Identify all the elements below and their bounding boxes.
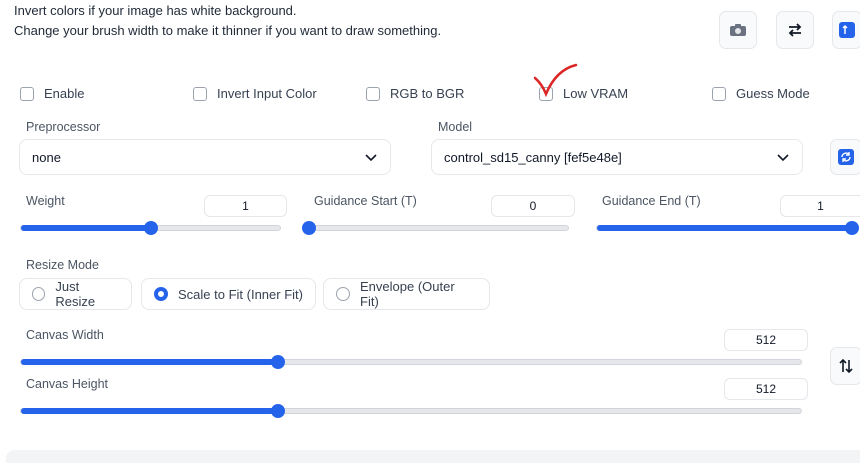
radio-label: Scale to Fit (Inner Fit) (178, 286, 303, 302)
swap-icon (788, 23, 802, 37)
preprocessor-label: Preprocessor (26, 120, 101, 134)
radio-dot[interactable] (154, 287, 168, 301)
radio-label: Envelope (Outer Fit) (360, 279, 455, 309)
canvas-height-input[interactable]: 512 (724, 378, 808, 400)
canvas-height-slider-thumb[interactable] (271, 404, 286, 418)
camera-button[interactable] (719, 11, 757, 49)
radio-dot[interactable] (336, 287, 350, 301)
preprocessor-value: none (32, 149, 61, 165)
guidance-start-slider-thumb[interactable] (302, 221, 316, 235)
refresh-icon (838, 149, 854, 165)
radio-envelope[interactable]: Envelope (Outer Fit) (323, 278, 490, 310)
checkbox-box[interactable] (366, 86, 380, 101)
invert-input-color-checkbox[interactable]: Invert Input Color (193, 86, 317, 101)
preprocessor-select[interactable]: none (19, 139, 391, 175)
canvas-width-slider-fill (21, 359, 279, 365)
radio-dot[interactable] (32, 287, 46, 301)
weight-slider-fill (21, 225, 151, 231)
swap-vertical-icon (839, 358, 853, 374)
checkbox-box[interactable] (193, 86, 207, 101)
canvas-width-label: Canvas Width (26, 328, 104, 342)
canvas-height-slider-fill (21, 408, 279, 414)
rgb-to-bgr-label: RGB to BGR (390, 86, 465, 101)
checkbox-box[interactable] (712, 86, 726, 101)
weight-slider[interactable] (20, 221, 281, 235)
weight-slider-thumb[interactable] (143, 221, 158, 235)
radio-scale-to-fit[interactable]: Scale to Fit (Inner Fit) (141, 278, 316, 310)
chevron-down-icon (365, 154, 377, 162)
guidance-end-label: Guidance End (T) (602, 194, 701, 208)
invert-input-color-label: Invert Input Color (217, 86, 317, 101)
model-select[interactable]: control_sd15_canny [fef5e48e] (431, 139, 803, 175)
bottom-panel (6, 450, 860, 463)
canvas-height-slider[interactable] (20, 404, 802, 418)
chevron-down-icon (777, 154, 789, 162)
enable-checkbox[interactable]: Enable (20, 86, 84, 101)
note-brush-width: Change your brush width to make it thinn… (14, 23, 442, 38)
guidance-start-label: Guidance Start (T) (314, 194, 417, 208)
guidance-end-input[interactable]: 1 (780, 195, 860, 217)
weight-label: Weight (26, 194, 65, 208)
weight-input[interactable]: 1 (204, 195, 287, 217)
guess-mode-checkbox[interactable]: Guess Mode (712, 86, 810, 101)
send-button[interactable] (832, 11, 860, 49)
send-icon (839, 22, 855, 38)
radio-just-resize[interactable]: Just Resize (19, 278, 132, 310)
guidance-start-slider[interactable] (302, 221, 569, 235)
canvas-height-label: Canvas Height (26, 377, 108, 391)
swap-dimensions-button[interactable] (830, 347, 860, 385)
guidance-start-input[interactable]: 0 (491, 195, 575, 217)
checkbox-box[interactable] (20, 86, 34, 101)
canvas-width-input[interactable]: 512 (724, 329, 808, 351)
canvas-width-slider[interactable] (20, 355, 802, 369)
swap-button[interactable] (776, 11, 814, 49)
camera-icon (730, 24, 746, 36)
guidance-end-slider-thumb[interactable] (845, 221, 859, 235)
canvas-width-slider-thumb[interactable] (271, 355, 286, 369)
rgb-to-bgr-checkbox[interactable]: RGB to BGR (366, 86, 464, 101)
model-value: control_sd15_canny [fef5e48e] (444, 149, 622, 165)
red-checkmark-icon (533, 63, 578, 98)
guess-mode-label: Guess Mode (736, 86, 810, 101)
radio-label: Just Resize (55, 279, 96, 309)
guidance-end-slider[interactable] (596, 221, 859, 235)
resize-mode-label: Resize Mode (26, 258, 99, 272)
refresh-models-button[interactable] (830, 139, 860, 175)
enable-label: Enable (44, 86, 85, 101)
guidance-end-slider-fill (597, 225, 852, 231)
model-label: Model (438, 120, 473, 134)
note-invert-colors: Invert colors if your image has white ba… (14, 3, 297, 18)
